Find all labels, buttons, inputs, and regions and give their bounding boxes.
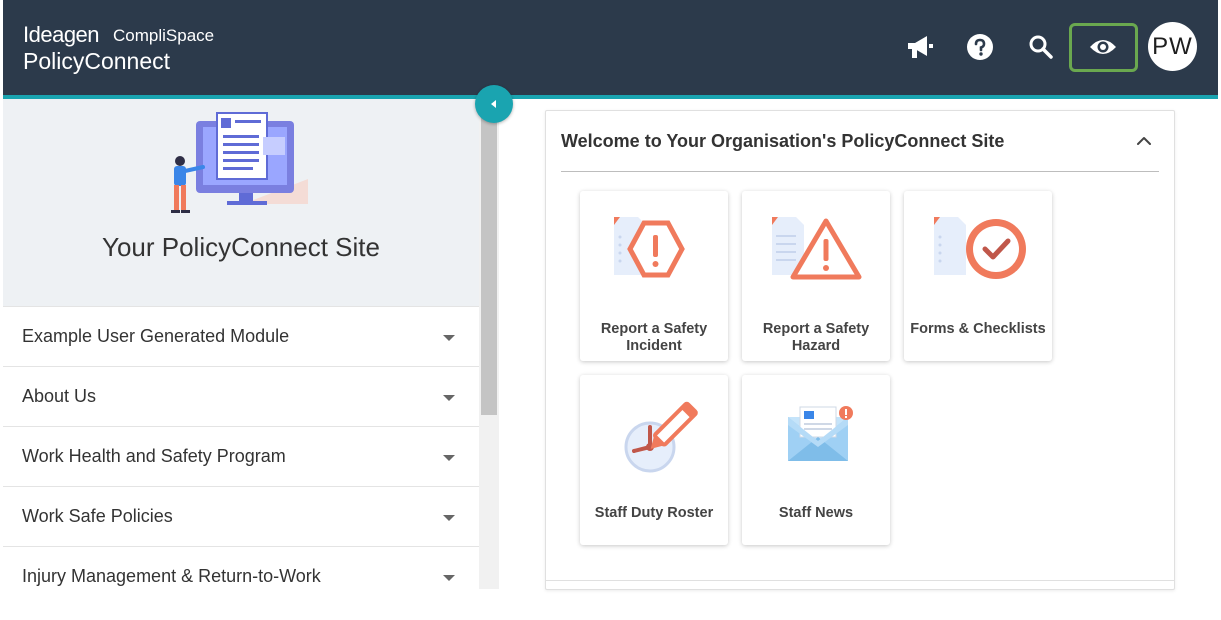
site-illustration-icon — [171, 112, 308, 213]
help-icon[interactable] — [963, 30, 997, 64]
sidebar-scrollbar[interactable] — [479, 99, 499, 589]
scrollbar-thumb[interactable] — [481, 99, 497, 415]
logo-product: CompliSpace — [113, 26, 215, 45]
collapse-sidebar-button[interactable] — [475, 85, 513, 123]
sidebar-item-label: Example User Generated Module — [22, 326, 290, 346]
megaphone-icon[interactable] — [903, 30, 937, 64]
avatar[interactable]: PW — [1148, 22, 1197, 71]
tile-label: Staff News — [778, 505, 854, 521]
caret-down-icon — [443, 455, 455, 461]
card-title: Welcome to Your Organisation's PolicyCon… — [561, 131, 1005, 151]
caret-down-icon — [443, 515, 455, 521]
caret-down-icon — [443, 335, 455, 341]
logo[interactable]: Ideagen CompliSpace PolicyConnect — [23, 22, 214, 75]
sidebar-item-work-safe-policies[interactable]: Work Safe Policies — [3, 486, 479, 546]
card-divider — [561, 171, 1159, 172]
sidebar-item-about-us[interactable]: About Us — [3, 366, 479, 426]
safety-hazard-icon — [772, 217, 862, 280]
app-header: Ideagen CompliSpace PolicyConnect PW — [3, 0, 1218, 95]
card-bottom-divider — [546, 580, 1174, 581]
tile-label: Staff Duty Roster — [594, 505, 714, 521]
caret-down-icon — [443, 395, 455, 401]
sidebar: Your PolicyConnect Site Example User Gen… — [3, 99, 479, 620]
tile-label: Report a Safety Hazard — [762, 321, 870, 354]
eye-icon[interactable] — [1086, 30, 1120, 64]
sidebar-item-label: About Us — [22, 386, 97, 406]
tile-staff-news[interactable]: Staff News — [742, 375, 890, 545]
sidebar-item-example-module[interactable]: Example User Generated Module — [3, 306, 479, 366]
safety-incident-icon — [614, 217, 685, 278]
tile-report-safety-incident[interactable]: Report a Safety Incident — [580, 191, 728, 361]
welcome-card: Welcome to Your Organisation's PolicyCon… — [545, 110, 1175, 590]
tile-label: Forms & Checklists — [910, 321, 1046, 337]
forms-checklists-icon — [934, 217, 1026, 279]
tile-report-safety-hazard[interactable]: Report a Safety Hazard — [742, 191, 890, 361]
sidebar-item-label: Work Health and Safety Program — [22, 446, 286, 466]
search-icon[interactable] — [1024, 30, 1058, 64]
hero-title: Your PolicyConnect Site — [102, 232, 380, 262]
duty-roster-icon — [624, 401, 698, 473]
sidebar-hero: Your PolicyConnect Site — [3, 99, 479, 306]
sidebar-item-label: Injury Management & Return-to-Work — [22, 566, 321, 586]
caret-down-icon — [443, 575, 455, 581]
chevron-up-icon[interactable] — [1136, 133, 1152, 151]
sidebar-item-injury-management[interactable]: Injury Management & Return-to-Work — [3, 546, 479, 606]
logo-brand: Ideagen — [23, 22, 100, 47]
tile-staff-duty-roster[interactable]: Staff Duty Roster — [580, 375, 728, 545]
sidebar-item-label: Work Safe Policies — [22, 506, 173, 526]
tile-label: Report a Safety Incident — [600, 321, 708, 354]
staff-news-icon — [788, 406, 853, 461]
sidebar-item-whs-program[interactable]: Work Health and Safety Program — [3, 426, 479, 486]
chevron-left-icon — [491, 100, 496, 108]
logo-app: PolicyConnect — [23, 48, 171, 74]
tile-forms-checklists[interactable]: Forms & Checklists — [904, 191, 1052, 361]
